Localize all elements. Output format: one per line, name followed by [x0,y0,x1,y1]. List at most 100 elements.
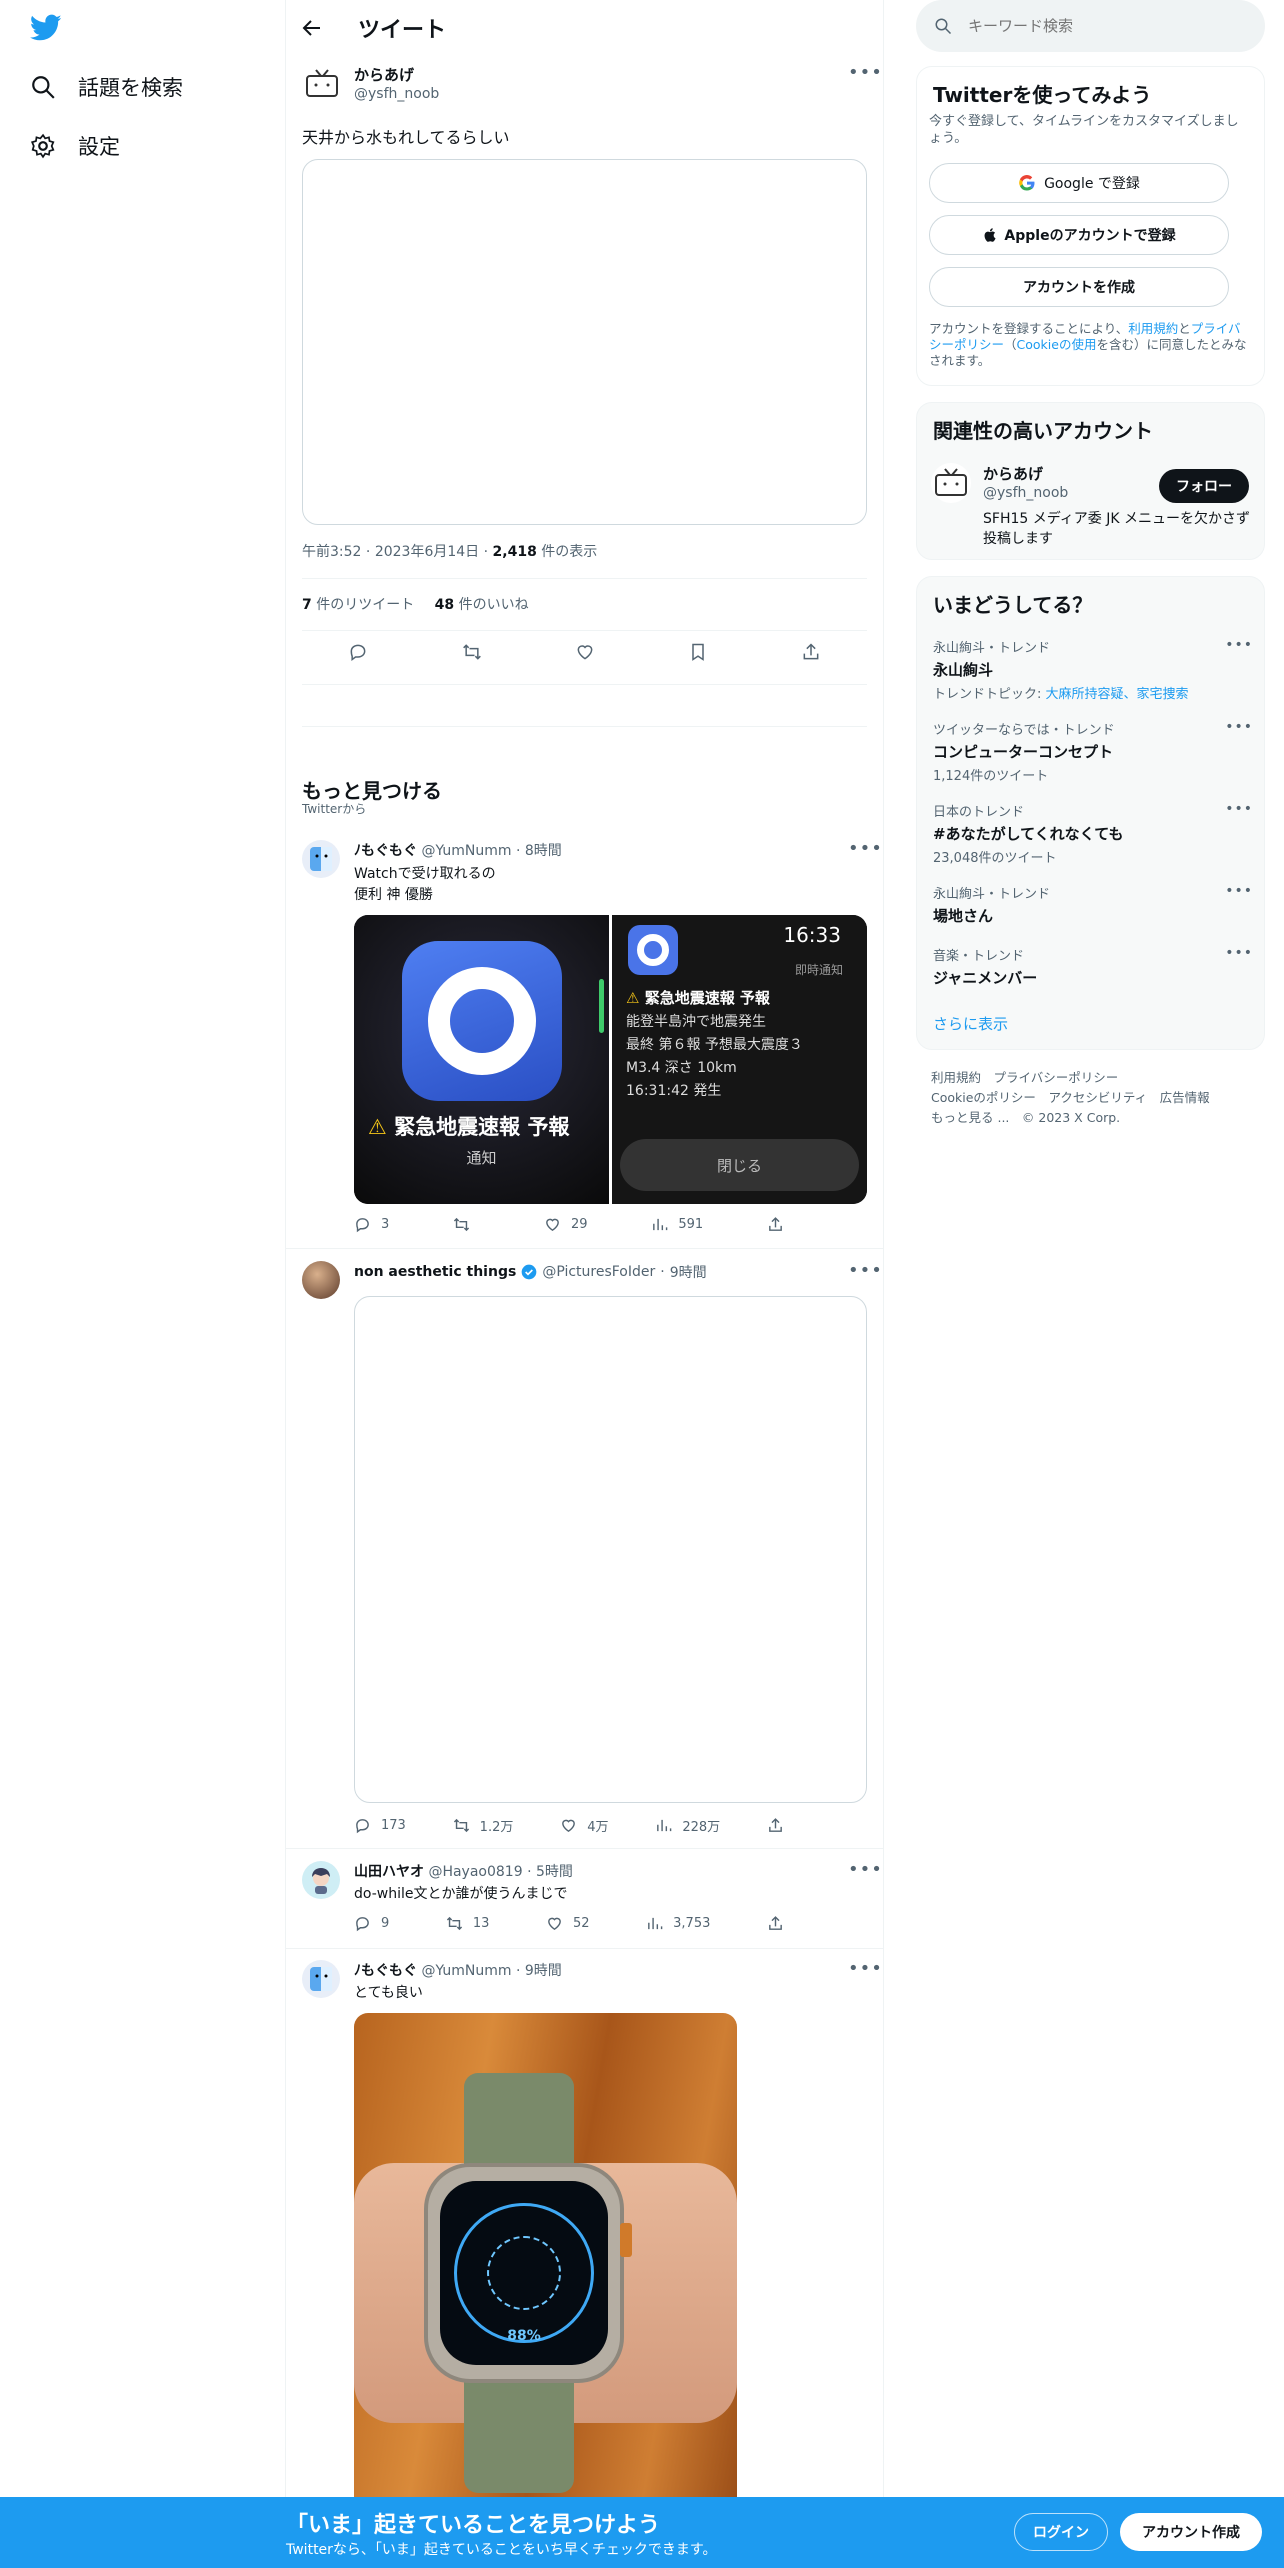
bottom-signup-bar: 「いま」起きていることを見つけよう Twitterなら、「いま」起きていることを… [0,2497,1284,2568]
author-name[interactable]: ﾉもぐもぐ [354,1963,417,1979]
retweet-button[interactable]: 13 [446,1915,489,1932]
more-options-icon[interactable]: ••• [1225,801,1253,817]
verified-badge-icon [521,1264,537,1280]
more-options-icon[interactable]: ••• [1225,637,1253,653]
retweet-icon [453,1818,469,1833]
twitter-logo-icon[interactable] [30,14,62,46]
footer-link[interactable]: プライバシーポリシー [994,1070,1119,1085]
trend-item[interactable]: ツイッターならでは・トレンド コンピューターコンセプト 1,124件のツイート … [933,719,1253,784]
more-options-icon[interactable]: ••• [1225,719,1253,735]
google-signup-button[interactable]: Google で登録 [929,163,1229,203]
more-options-icon[interactable]: ••• [848,62,883,83]
trend-item[interactable]: 永山絢斗・トレンド 場地さん ••• [933,883,1253,926]
share-button[interactable] [767,1817,784,1834]
feed-2-header: non aesthetic things @PicturesFoIder · 9時間 [354,1262,707,1282]
share-button[interactable] [767,1915,784,1932]
trend-item[interactable]: 音楽・トレンド ジャニメンバー ••• [933,945,1253,988]
reply-button[interactable]: 9 [354,1915,389,1932]
more-options-icon[interactable]: ••• [848,1859,883,1880]
tweet-time[interactable]: 8時間 [525,843,562,859]
bottom-title: 「いま」起きていることを見つけよう [286,2513,661,2538]
app-logo-icon [402,941,562,1101]
bookmark-icon[interactable] [688,642,708,662]
heart-icon[interactable] [575,642,595,662]
more-options-icon[interactable]: ••• [848,1260,883,1281]
apple-signup-button[interactable]: Appleのアカウントで登録 [929,215,1229,255]
tweet-action-bar: 173 1.2万 4万 228万 [354,1816,784,1835]
more-options-icon[interactable]: ••• [848,1958,883,1979]
more-options-icon[interactable]: ••• [1225,945,1253,961]
footer-link[interactable]: 広告情報 [1160,1090,1210,1105]
tweet-time[interactable]: 9時間 [525,1963,562,1979]
show-more-link[interactable]: さらに表示 [933,1013,1008,1034]
terms-link[interactable]: 利用規約 [1128,321,1178,336]
avatar[interactable] [302,64,342,104]
author-handle[interactable]: @YumNumm [421,843,511,859]
search-input[interactable] [968,17,1228,35]
tweet-media[interactable] [302,159,867,525]
related-name[interactable]: からあげ [983,463,1043,484]
footer-link[interactable]: 利用規約 [931,1070,981,1085]
warning-icon: ⚠ [368,1115,387,1139]
tweet-time[interactable]: 5時間 [536,1864,573,1880]
author-handle[interactable]: @YumNumm [421,1963,511,1979]
reply-icon [356,1917,369,1932]
like-count[interactable]: 48 件のいいね [435,597,529,613]
avatar[interactable] [302,1861,340,1899]
author-name[interactable]: non aesthetic things [354,1264,516,1280]
share-button[interactable] [767,1216,784,1233]
views-button[interactable]: 228万 [655,1816,720,1835]
author-name[interactable]: ﾉもぐもぐ [354,843,417,859]
search-icon [32,76,55,99]
avatar[interactable] [302,840,340,878]
author-name[interactable]: 山田ハヤオ [354,1864,424,1880]
back-button[interactable] [300,16,324,44]
retweet-button[interactable]: 1.2万 [453,1816,513,1835]
search-box[interactable] [916,0,1265,52]
tweet-media[interactable] [354,1296,867,1803]
tweet-media[interactable]: ⚠ 緊急地震速報 予報 通知 16:33 即時通知 ⚠ 緊急地震速報 予報 能登… [354,915,867,1204]
footer-link[interactable]: アクセシビリティ [1048,1090,1147,1105]
tweet-time[interactable]: 9時間 [670,1262,707,1282]
views-button[interactable]: 591 [651,1216,703,1233]
trend-item[interactable]: 日本のトレンド #あなたがしてくれなくても 23,048件のツイート ••• [933,801,1253,866]
more-options-icon[interactable]: ••• [848,838,883,859]
tweet-media[interactable]: 88% [354,2013,737,2497]
create-account-button[interactable]: アカウントを作成 [929,267,1229,307]
retweet-icon[interactable] [461,642,483,662]
reply-button[interactable]: 3 [354,1216,389,1233]
author-handle[interactable]: @ysfh_noob [354,86,439,102]
signup-title: Twitterを使ってみよう [933,83,1152,107]
footer-link[interactable]: Cookieのポリシー [931,1090,1036,1105]
retweet-button[interactable] [453,1216,480,1233]
tweet-text: do-while文とか誰が使うんまじで [354,1886,568,1902]
retweet-count[interactable]: 7 件のリツイート [302,597,414,613]
avatar[interactable] [931,463,971,503]
share-icon [769,1818,782,1832]
avatar[interactable] [302,1261,340,1299]
views-button[interactable]: 3,753 [646,1915,710,1932]
signup-card: Twitterを使ってみよう 今すぐ登録して、タイムラインをカスタマイズしましょ… [916,66,1265,386]
like-button[interactable]: 52 [546,1915,590,1932]
avatar[interactable] [302,1960,340,1998]
author-handle[interactable]: @Hayao0819 [428,1864,522,1880]
login-button[interactable]: ログイン [1014,2513,1108,2551]
trend-item[interactable]: 永山絢斗・トレンド 永山絢斗 トレンドトピック: 大麻所持容疑、家宅捜索 ••• [933,637,1253,702]
author-name[interactable]: からあげ [354,64,414,85]
reply-button[interactable]: 173 [354,1817,406,1834]
views-chart-icon [653,1218,668,1231]
like-button[interactable]: 4万 [560,1816,608,1835]
signup-button[interactable]: アカウント作成 [1120,2513,1262,2551]
reply-icon[interactable] [348,642,368,662]
follow-button[interactable]: フォロー [1159,469,1249,503]
nav-settings[interactable]: 設定 [30,131,120,161]
like-button[interactable]: 29 [544,1216,587,1233]
warning-icon: ⚠ [626,989,640,1007]
more-options-icon[interactable]: ••• [1225,883,1253,899]
share-icon[interactable] [801,642,821,662]
nav-explore[interactable]: 話題を検索 [30,72,183,102]
cookie-link[interactable]: Cookieの使用 [1017,337,1097,352]
footer-more-link[interactable]: もっと見る ... [931,1110,1009,1125]
related-handle[interactable]: @ysfh_noob [983,485,1068,501]
author-handle[interactable]: @PicturesFoIder [542,1264,655,1280]
